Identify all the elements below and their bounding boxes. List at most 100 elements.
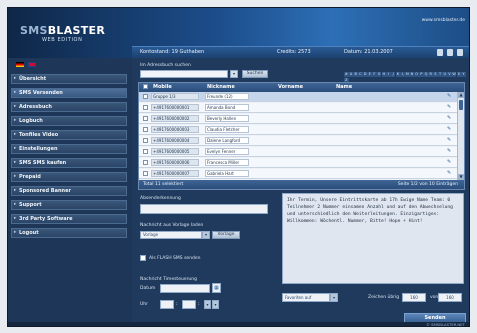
mobile-cell: +4917600000005 bbox=[151, 148, 199, 155]
sidebar: Übersicht SMS Versenden Adressbuch Logbu… bbox=[8, 58, 132, 326]
sidebar-item-support[interactable]: Support bbox=[11, 200, 127, 210]
app-window: SMSBLASTER WEB EDITION www.smsblaster.de… bbox=[7, 7, 470, 327]
flash-sms-checkbox[interactable] bbox=[140, 255, 146, 261]
table-footer: Total 11 selektiert Seite 1/2 von 10 Ein… bbox=[139, 180, 464, 189]
sidebar-item-logout[interactable]: Logout bbox=[11, 228, 127, 238]
column-header-vorname[interactable]: Vorname bbox=[278, 84, 303, 90]
sidebar-item-prepaid[interactable]: Prepaid bbox=[11, 172, 127, 182]
sidebar-item-3rd-party[interactable]: 3rd Party Software bbox=[11, 214, 127, 224]
exit-icon[interactable] bbox=[457, 49, 463, 56]
chevron-down-icon[interactable]: ▾ bbox=[204, 300, 211, 309]
search-input[interactable] bbox=[140, 70, 228, 78]
template-select[interactable]: Vorlage bbox=[140, 231, 202, 239]
mobile-cell: +4917600000003 bbox=[151, 126, 199, 133]
nickname-cell: Claudia Fletcher bbox=[205, 126, 249, 133]
main-panel: Im Adressbuch suchen ▾ Suchen # A B C D E F G H I… bbox=[132, 58, 469, 326]
alphabet-filter-letter[interactable]: Y bbox=[461, 72, 466, 77]
table-row[interactable]: +4917600000001 Amanda Bond ✎ bbox=[139, 103, 457, 113]
edit-icon[interactable]: ✎ bbox=[447, 159, 451, 165]
favorites-select[interactable]: Favoriten auf bbox=[282, 293, 330, 302]
row-checkbox[interactable] bbox=[143, 138, 148, 143]
sidebar-item-adressbuch[interactable]: Adressbuch bbox=[11, 102, 127, 112]
edit-icon[interactable]: ✎ bbox=[447, 115, 451, 121]
table-row[interactable]: +4917600000003 Claudia Fletcher ✎ bbox=[139, 125, 457, 135]
uk-flag-icon[interactable] bbox=[27, 62, 36, 67]
row-checkbox[interactable] bbox=[143, 171, 148, 176]
sidebar-item-sponsored-banner[interactable]: Sponsored Banner bbox=[11, 186, 127, 196]
mobile-cell: +4917600000007 bbox=[151, 170, 199, 177]
row-checkbox[interactable] bbox=[143, 105, 148, 110]
search-button[interactable]: Suchen bbox=[242, 70, 268, 78]
user-icon[interactable] bbox=[447, 49, 453, 56]
chevron-down-icon[interactable]: ▾ bbox=[202, 231, 210, 239]
sidebar-item-uebersicht[interactable]: Übersicht bbox=[11, 74, 127, 84]
sidebar-item-tonfiles-video[interactable]: Tonfiles Video bbox=[11, 130, 127, 140]
row-checkbox[interactable] bbox=[143, 149, 148, 154]
hour-input[interactable] bbox=[160, 300, 174, 309]
table-row[interactable]: +4917600000006 Francesca Miller ✎ bbox=[139, 158, 457, 168]
template-label: Nachricht aus Vorlage laden bbox=[140, 223, 204, 228]
header: SMSBLASTER WEB EDITION www.smsblaster.de… bbox=[8, 8, 469, 58]
edit-icon[interactable]: ✎ bbox=[447, 137, 451, 143]
nickname-cell: Amanda Bond bbox=[205, 104, 249, 111]
edit-icon[interactable]: ✎ bbox=[447, 126, 451, 132]
logo-text: SMSBLASTER bbox=[20, 24, 106, 37]
chars-total-count: 160 bbox=[438, 293, 462, 302]
pagination-info: Seite 1/2 von 10 Einträgen bbox=[397, 182, 458, 187]
message-textarea[interactable]: Ihr Termin, Unsere Eintrittskarte ab 17h… bbox=[282, 193, 464, 284]
chars-left-count: 160 bbox=[402, 293, 426, 302]
footer-text: © SMSBLASTER.NET bbox=[426, 322, 465, 327]
load-template-button[interactable]: Vorlage bbox=[212, 231, 240, 239]
table-header: Mobile Nickname Vorname Name bbox=[139, 83, 464, 92]
sender-label: Absenderkennung bbox=[140, 196, 181, 201]
search-dropdown-icon[interactable]: ▾ bbox=[230, 70, 238, 78]
search-label: Im Adressbuch suchen bbox=[140, 63, 191, 68]
selection-count: Total 11 selektiert bbox=[143, 182, 184, 187]
table-row[interactable]: +4917600000005 Evelyn Fenner ✎ bbox=[139, 147, 457, 157]
table-row[interactable]: Gruppe 1/3 Freunde (12) ✎ bbox=[139, 92, 457, 102]
column-header-mobile[interactable]: Mobile bbox=[153, 84, 172, 90]
kontostand-text: Kontostand: 19 Guthaben bbox=[140, 49, 205, 55]
nickname-cell: Freunde (12) bbox=[205, 93, 249, 100]
row-checkbox[interactable] bbox=[143, 127, 148, 132]
chevron-down-icon[interactable]: ▾ bbox=[330, 293, 338, 302]
edit-icon[interactable]: ✎ bbox=[447, 148, 451, 154]
mobile-cell: +4917600000002 bbox=[151, 115, 199, 122]
table-scrollbar[interactable]: ▲ ▼ bbox=[457, 92, 464, 180]
edit-icon[interactable]: ✎ bbox=[447, 104, 451, 110]
language-flags bbox=[16, 62, 38, 69]
nickname-cell: Dalene Langford bbox=[205, 137, 249, 144]
row-checkbox[interactable] bbox=[143, 116, 148, 121]
sidebar-item-sms-versenden[interactable]: SMS Versenden bbox=[11, 88, 127, 98]
sender-input[interactable] bbox=[140, 204, 268, 214]
german-flag-icon[interactable] bbox=[16, 62, 24, 67]
column-header-name[interactable]: Name bbox=[336, 84, 352, 90]
chevron-down-icon[interactable]: ▾ bbox=[212, 300, 219, 309]
scroll-up-icon[interactable]: ▲ bbox=[458, 92, 464, 98]
sidebar-item-logbuch[interactable]: Logbuch bbox=[11, 116, 127, 126]
select-all-checkbox[interactable] bbox=[143, 84, 148, 89]
date-input[interactable] bbox=[160, 284, 210, 293]
row-checkbox[interactable] bbox=[143, 160, 148, 165]
scroll-thumb[interactable] bbox=[459, 100, 463, 110]
nickname-cell: Evelyn Fenner bbox=[205, 148, 249, 155]
table-row[interactable]: +4917600000002 Beverly Hallen ✎ bbox=[139, 114, 457, 124]
time-label: Uhr bbox=[140, 302, 148, 307]
mobile-cell: +4917600000004 bbox=[151, 137, 199, 144]
row-checkbox[interactable] bbox=[143, 94, 148, 99]
header-link[interactable]: www.smsblaster.de bbox=[422, 18, 465, 23]
calendar-icon[interactable]: ▦ bbox=[212, 283, 221, 293]
nickname-cell: Gabriela Hart bbox=[205, 170, 249, 177]
table-row[interactable]: +4917600000004 Dalene Langford ✎ bbox=[139, 136, 457, 146]
edit-icon[interactable]: ✎ bbox=[447, 93, 451, 99]
edit-icon[interactable]: ✎ bbox=[447, 170, 451, 176]
sidebar-item-sms-kaufen[interactable]: SMS SMS kaufen bbox=[11, 158, 127, 168]
table-row[interactable]: +4917600000007 Gabriela Hart ✎ bbox=[139, 169, 457, 179]
sidebar-item-einstellungen[interactable]: Einstellungen bbox=[11, 144, 127, 154]
minute-input[interactable] bbox=[182, 300, 196, 309]
mobile-cell: Gruppe 1/3 bbox=[151, 93, 199, 100]
phone-icon[interactable] bbox=[437, 49, 443, 56]
smsblaster-logo[interactable]: SMSBLASTER WEB EDITION bbox=[20, 24, 105, 48]
column-header-nickname[interactable]: Nickname bbox=[207, 84, 235, 90]
date-text: Datum: 21.03.2007 bbox=[344, 49, 393, 55]
